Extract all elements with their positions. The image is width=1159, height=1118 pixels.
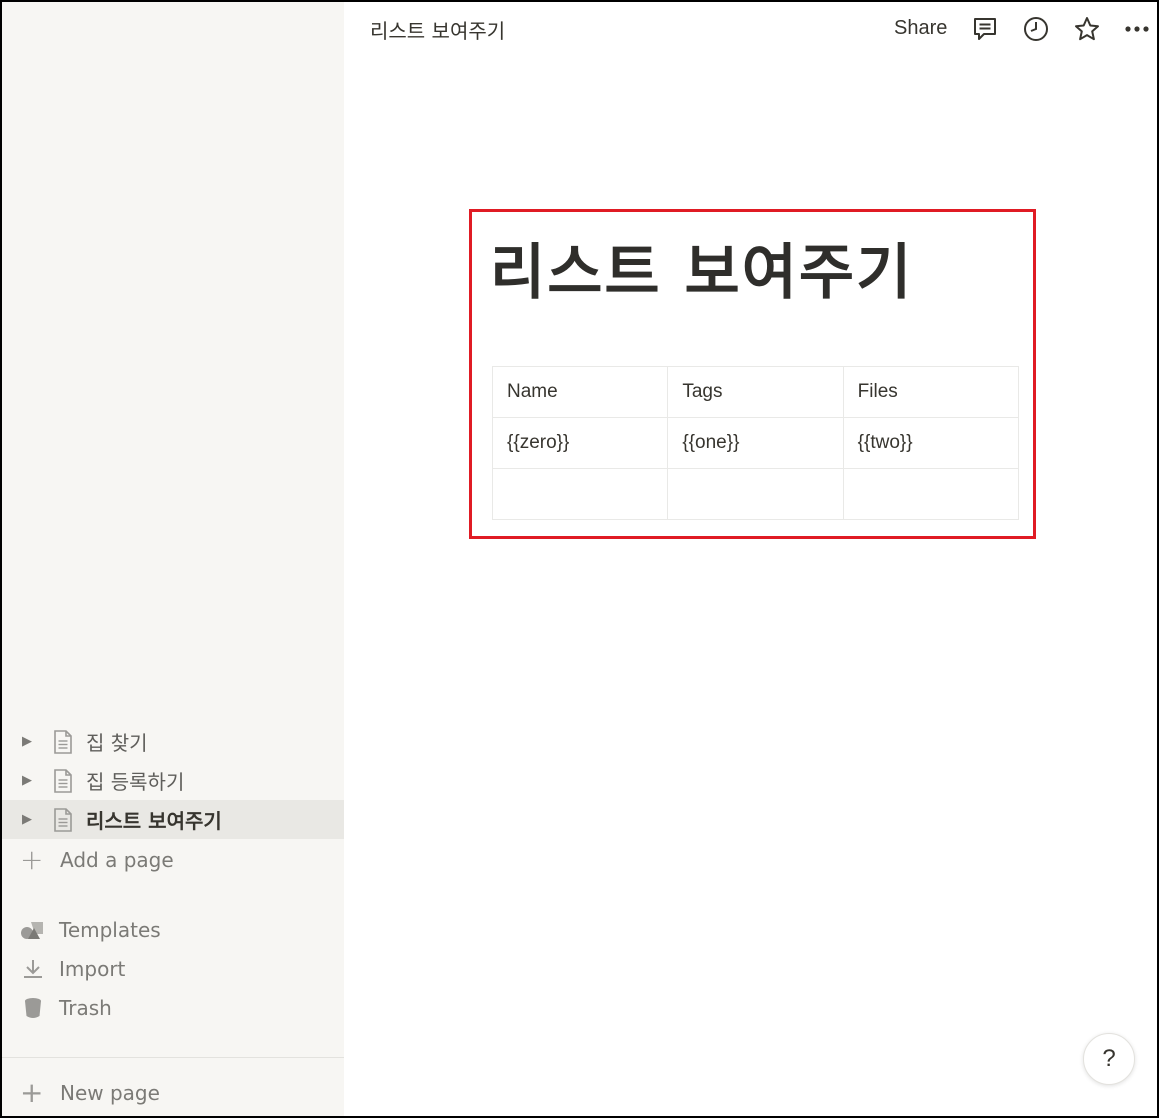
- sidebar-page-jip-chatgi[interactable]: ▶ 집 찾기: [2, 722, 344, 761]
- table-cell[interactable]: {{one}}: [667, 417, 844, 469]
- star-icon[interactable]: [1072, 14, 1102, 44]
- table-header-row: Name Tags Files: [491, 366, 1020, 418]
- document-icon: [54, 807, 72, 832]
- page-tree: ▶ 집 찾기 ▶ 집 등록하기 ▶ 리스트 보여주기 + Add a page: [2, 722, 344, 881]
- comment-icon[interactable]: [970, 14, 1000, 44]
- expand-caret-icon[interactable]: ▶: [22, 773, 38, 788]
- table-cell[interactable]: [667, 468, 844, 520]
- sidebar: ▶ 집 찾기 ▶ 집 등록하기 ▶ 리스트 보여주기 + Add a page …: [2, 2, 344, 1116]
- sidebar-divider: [2, 1057, 344, 1058]
- sidebar-page-jip-deungrok[interactable]: ▶ 집 등록하기: [2, 761, 344, 800]
- templates-label: Templates: [59, 917, 161, 942]
- sidebar-page-label: 집 찾기: [86, 731, 148, 755]
- sidebar-page-label: 리스트 보여주기: [86, 809, 222, 833]
- plus-icon: +: [20, 843, 44, 876]
- trash-icon: [19, 996, 47, 1020]
- column-header-name[interactable]: Name: [491, 366, 669, 418]
- sidebar-page-label: 집 등록하기: [86, 770, 185, 794]
- new-page-button[interactable]: + New page: [2, 1072, 344, 1114]
- breadcrumb[interactable]: 리스트 보여주기: [370, 15, 505, 44]
- app-window: ▶ 집 찾기 ▶ 집 등록하기 ▶ 리스트 보여주기 + Add a page …: [2, 2, 1157, 1116]
- sidebar-trash[interactable]: Trash: [2, 988, 344, 1027]
- sidebar-tools: Templates Import Trash: [2, 910, 344, 1027]
- more-icon[interactable]: [1122, 14, 1152, 44]
- help-button[interactable]: ?: [1083, 1033, 1135, 1085]
- sidebar-import[interactable]: Import: [2, 949, 344, 988]
- sidebar-templates[interactable]: Templates: [2, 910, 344, 949]
- plus-icon: +: [20, 1076, 44, 1109]
- document-icon: [54, 729, 72, 754]
- column-header-files[interactable]: Files: [842, 366, 1020, 418]
- table-cell[interactable]: {{zero}}: [491, 417, 669, 469]
- sidebar-page-list-view[interactable]: ▶ 리스트 보여주기: [2, 800, 344, 839]
- expand-caret-icon[interactable]: ▶: [22, 812, 38, 827]
- table-row: {{zero}} {{one}} {{two}}: [491, 417, 1020, 469]
- download-icon: [19, 957, 47, 981]
- templates-icon: [19, 918, 47, 942]
- new-page-label: New page: [60, 1081, 160, 1105]
- trash-label: Trash: [59, 995, 112, 1020]
- table-cell[interactable]: {{two}}: [842, 417, 1020, 469]
- topbar: 리스트 보여주기 Share: [344, 2, 1157, 54]
- table-cell[interactable]: [491, 468, 669, 520]
- page-title[interactable]: 리스트 보여주기: [490, 224, 913, 311]
- add-page-button[interactable]: + Add a page: [2, 839, 344, 881]
- expand-caret-icon[interactable]: ▶: [22, 734, 38, 749]
- share-button[interactable]: Share: [894, 17, 947, 40]
- table-cell[interactable]: [842, 468, 1020, 520]
- add-page-label: Add a page: [60, 848, 174, 872]
- clock-icon[interactable]: [1021, 14, 1051, 44]
- import-label: Import: [59, 956, 126, 981]
- table-row: [491, 468, 1020, 520]
- database-table: Name Tags Files {{zero}} {{one}} {{two}}: [491, 366, 1020, 520]
- column-header-tags[interactable]: Tags: [667, 366, 844, 418]
- document-icon: [54, 768, 72, 793]
